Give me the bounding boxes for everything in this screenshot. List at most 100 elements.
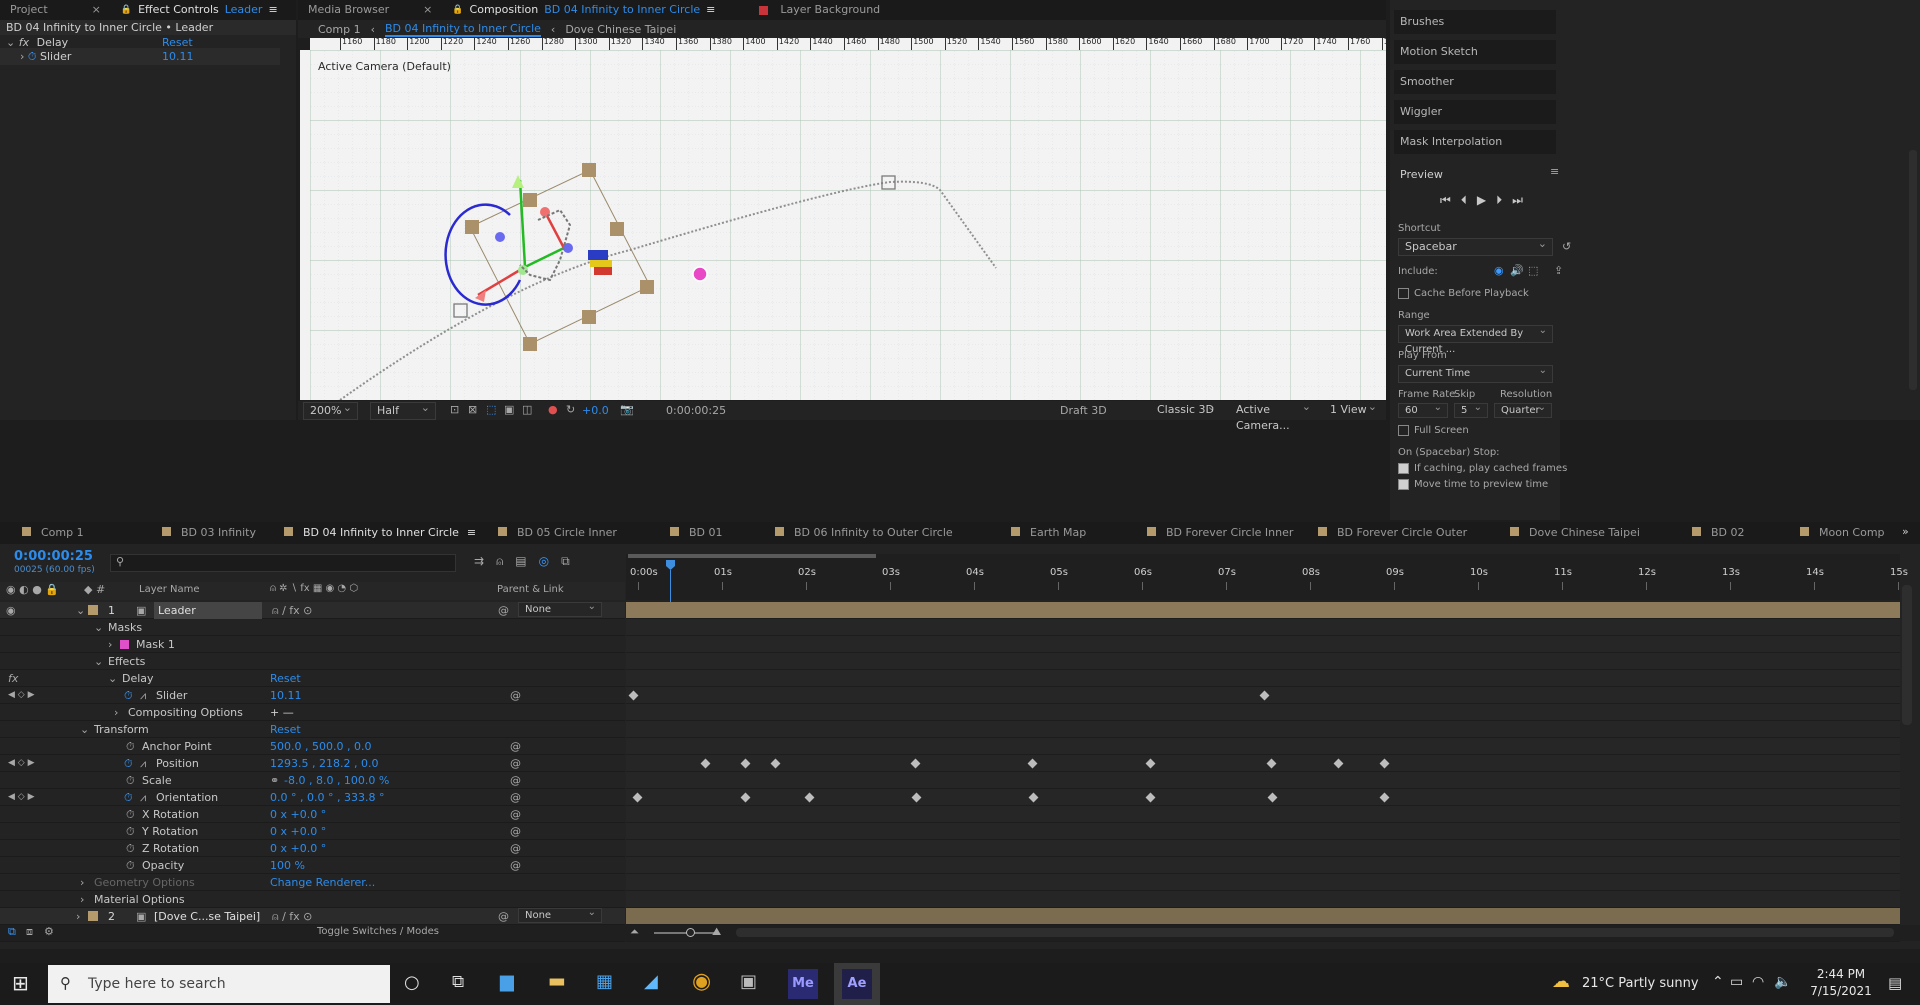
property-value[interactable]: 500.0 , 500.0 , 0.0 — [270, 738, 371, 755]
reset-exposure-icon[interactable]: ↻ — [566, 403, 575, 416]
timeline-tab[interactable]: BD 05 Circle Inner — [498, 522, 617, 544]
property-value[interactable]: Reset — [270, 721, 301, 738]
region-icon[interactable]: ⬚ — [486, 403, 496, 416]
stopwatch-icon[interactable]: ⏱ — [126, 806, 135, 823]
stop-option-move-time[interactable]: Move time to preview time — [1398, 476, 1548, 493]
weather-text[interactable]: 21°C Partly sunny — [1582, 976, 1699, 991]
property-value[interactable]: 100 % — [270, 857, 305, 874]
camera-dropdown[interactable]: Active Camera... — [1230, 399, 1316, 432]
prev-frame-icon[interactable]: ⏴ — [1461, 193, 1467, 208]
keyframe[interactable] — [700, 758, 711, 769]
timeline-tab[interactable]: BD Forever Circle Outer — [1318, 522, 1467, 544]
zoom-slider-handle[interactable] — [686, 928, 695, 937]
grid-icon[interactable]: ⊠ — [468, 403, 477, 416]
overlay-icon[interactable]: ⬚ — [1528, 264, 1538, 277]
keyframe[interactable] — [632, 792, 643, 803]
frame-rate-dropdown[interactable]: 60 — [1398, 401, 1448, 418]
timeline-tab[interactable]: Comp 1 — [22, 522, 84, 544]
pickwhip-icon[interactable]: @ — [498, 602, 509, 619]
keyframe[interactable] — [911, 792, 922, 803]
task-view-icon[interactable]: ⧉ — [452, 972, 464, 992]
timeline-track[interactable] — [626, 789, 1900, 806]
layer-label-swatch[interactable] — [88, 605, 98, 615]
panel-menu-icon[interactable]: ≡ — [268, 0, 277, 20]
parent-link-header[interactable]: Parent & Link — [497, 584, 564, 595]
transparency-icon[interactable]: ▣ — [504, 403, 514, 416]
timeline-row[interactable]: ⌄ Masks — [0, 619, 625, 636]
file-explorer-icon[interactable]: ▬ — [548, 970, 566, 992]
keyframe[interactable] — [770, 758, 781, 769]
breadcrumb-bd04[interactable]: BD 04 Infinity to Inner Circle — [385, 22, 541, 37]
timeline-row[interactable]: ◉ ⌄ 1 ▣ Leader ⍝ ∕ fx ⊙ @ None — [0, 600, 625, 619]
property-value[interactable]: Reset — [270, 670, 301, 687]
breadcrumb-comp1[interactable]: Comp 1 — [318, 23, 361, 36]
keyframe-nav-icon[interactable]: ◀ ◇ ▶ — [8, 755, 35, 772]
mask-color-swatch[interactable] — [120, 640, 129, 649]
timeline-row[interactable]: ⏱ Y Rotation 0 x +0.0 ° @ — [0, 823, 625, 840]
timeline-track[interactable] — [626, 874, 1900, 891]
right-panel-item[interactable]: Wiggler — [1394, 100, 1556, 124]
expression-pickwhip-icon[interactable]: @ — [510, 687, 521, 704]
resolution-dropdown[interactable]: Half — [370, 400, 436, 420]
property-value[interactable]: 0.0 ° , 0.0 ° , 333.8 ° — [270, 789, 384, 806]
clock-time[interactable]: 2:44 PM — [1806, 967, 1876, 981]
cache-checkbox[interactable]: Cache Before Playback — [1398, 285, 1529, 302]
timeline-track[interactable] — [626, 653, 1900, 670]
right-panel-item[interactable]: Brushes — [1394, 10, 1556, 34]
timeline-tab[interactable]: BD 06 Infinity to Outer Circle — [775, 522, 953, 544]
eye-icon[interactable]: ◉ — [1494, 264, 1504, 277]
clock-date[interactable]: 7/15/2021 — [1806, 984, 1876, 998]
fit-icon[interactable]: ⊡ — [450, 403, 459, 416]
stop-option-cached[interactable]: If caching, play cached frames — [1398, 460, 1567, 477]
timeline-track[interactable] — [626, 891, 1900, 908]
tab-media-browser[interactable]: Media Browser × — [298, 0, 442, 20]
property-value[interactable]: 10.11 — [270, 687, 302, 704]
timeline-row[interactable]: › 2 ▣ [Dove C...se Taipei] ⍝ ∕ fx ⊙ @ None — [0, 906, 625, 925]
slider-value[interactable]: 10.11 — [162, 48, 194, 65]
chrome-icon[interactable]: ◉ — [692, 969, 711, 994]
timeline-track[interactable] — [626, 857, 1900, 874]
right-panel-item[interactable]: Motion Sketch — [1394, 40, 1556, 64]
render-time-icon[interactable]: ⚙ — [44, 925, 54, 938]
timeline-tab[interactable]: BD 04 Infinity to Inner Circle ≡ — [284, 522, 476, 544]
keyframe[interactable] — [1379, 758, 1390, 769]
timeline-timecode[interactable]: 0:00:00:25 — [14, 549, 93, 564]
timeline-track[interactable] — [626, 619, 1900, 636]
timeline-row[interactable]: ⏱ Z Rotation 0 x +0.0 ° @ — [0, 840, 625, 857]
exposure-value[interactable]: +0.0 — [582, 404, 609, 417]
tabs-overflow-icon[interactable]: » — [1902, 525, 1909, 538]
app-icon-desktop[interactable]: ▆ — [500, 971, 514, 992]
first-frame-icon[interactable]: ⏮ — [1440, 193, 1451, 208]
parent-dropdown[interactable]: None — [518, 906, 602, 923]
tab-layer[interactable]: Layer Background — [725, 0, 890, 20]
right-panel-scrollbar[interactable] — [1909, 150, 1917, 390]
renderer-label[interactable]: Draft 3D — [1060, 404, 1107, 417]
expression-pickwhip-icon[interactable]: @ — [510, 806, 521, 823]
zoom-in-icon[interactable]: ⛰ — [712, 925, 721, 939]
stopwatch-icon[interactable]: ⏱ — [124, 789, 133, 806]
stopwatch-icon[interactable]: ⏱ — [124, 687, 133, 704]
timeline-row[interactable]: › Geometry Options Change Renderer... — [0, 874, 625, 891]
reset-icon[interactable]: ↺ — [1562, 240, 1571, 253]
graph-icon[interactable]: ⩘ — [140, 687, 146, 704]
layer-switches[interactable]: ⍝ ∕ fx ⊙ — [272, 602, 312, 619]
lock-icon[interactable]: 🔒 — [121, 0, 132, 20]
property-value[interactable]: + — — [270, 704, 294, 721]
timeline-track[interactable] — [626, 602, 1900, 619]
property-value[interactable]: Change Renderer... — [270, 874, 375, 891]
notes-app-icon[interactable]: ◢ — [644, 971, 658, 992]
zoom-slider[interactable] — [654, 932, 714, 934]
timeline-row[interactable]: ⌄ Transform Reset — [0, 721, 625, 738]
range-dropdown[interactable]: Work Area Extended By Current ... — [1398, 323, 1553, 355]
audio-icon[interactable]: 🔊 — [1510, 264, 1524, 277]
timeline-row[interactable]: › Compositing Options + — — [0, 704, 625, 721]
twirl-icon[interactable]: ⌄ — [94, 619, 103, 636]
graph-icon[interactable]: ⩘ — [140, 755, 146, 772]
parent-dropdown[interactable]: None — [518, 600, 602, 617]
expression-pickwhip-icon[interactable]: @ — [510, 789, 521, 806]
property-value[interactable]: -8.0 , 8.0 , 100.0 % — [284, 772, 389, 789]
twirl-icon[interactable]: › — [80, 874, 84, 891]
composition-viewer[interactable]: Active Camera (Default) — [310, 50, 1386, 400]
panel-menu-icon[interactable]: ≡ — [1550, 165, 1559, 178]
notifications-icon[interactable]: ▤ — [1888, 974, 1902, 992]
